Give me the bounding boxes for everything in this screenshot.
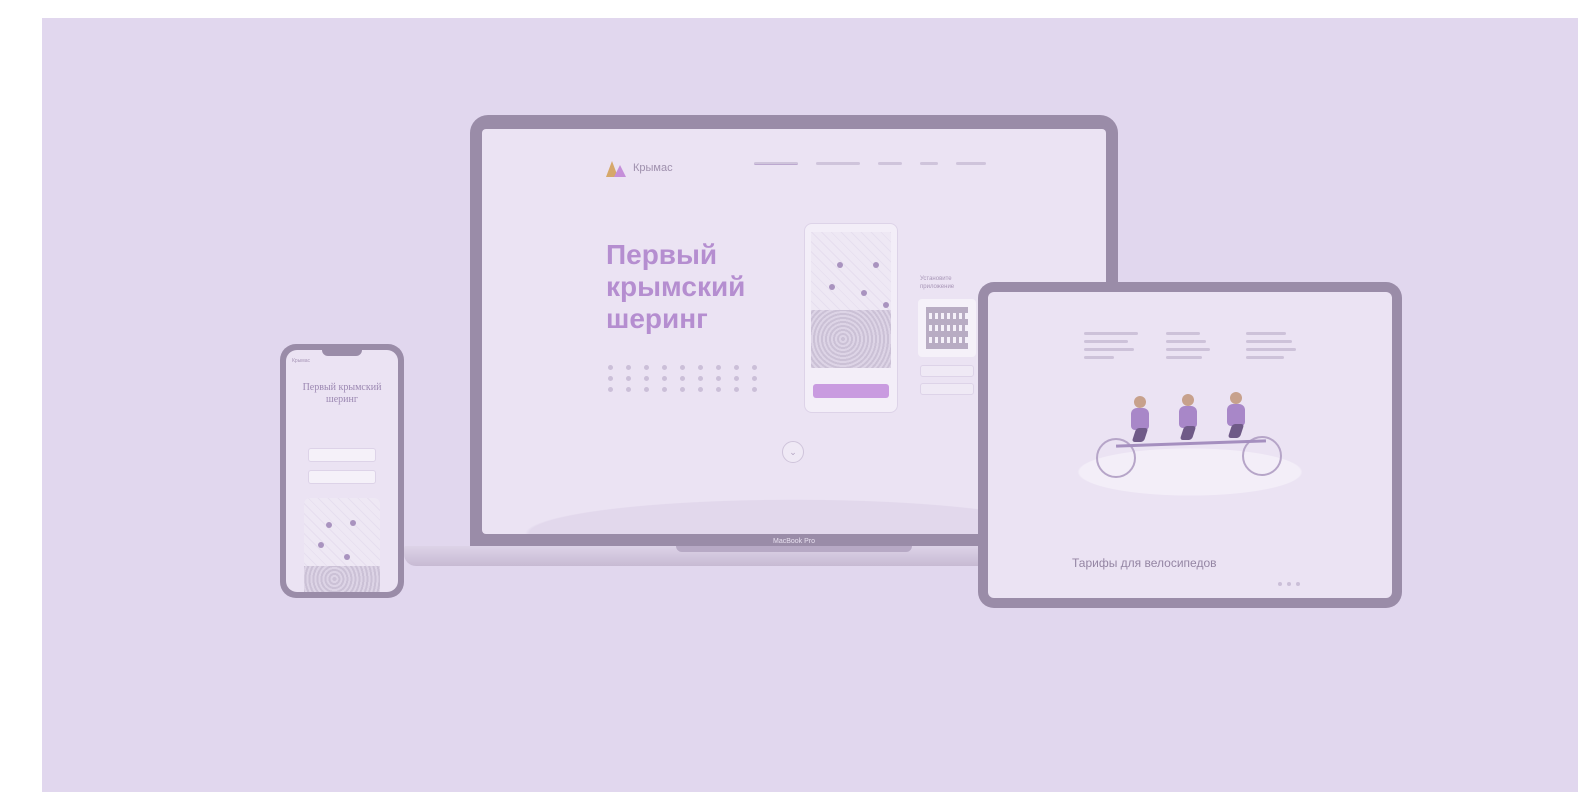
hero-title: Первый крымский шеринг: [606, 239, 746, 334]
phone-hero-title: Первый крымский шеринг: [302, 382, 382, 405]
nav-item[interactable]: [878, 162, 902, 165]
tablet-screen: Тарифы для велосипедов: [988, 292, 1392, 598]
nav-item[interactable]: [920, 162, 938, 165]
map-pin-icon: [861, 290, 867, 296]
chevron-down-icon: ⌄: [789, 447, 797, 457]
map-preview: [811, 232, 891, 310]
map-pin-icon: [883, 302, 889, 308]
site-logo[interactable]: Крымас: [606, 159, 673, 177]
nav-item[interactable]: [816, 162, 860, 165]
cyclist-figure: [1176, 394, 1200, 440]
qr-card: [918, 299, 976, 357]
phone-device: Крымас Первый крымский шеринг: [280, 344, 404, 598]
nav-item[interactable]: [956, 162, 986, 165]
nav-item[interactable]: [754, 162, 798, 165]
cyclist-figure: [1128, 396, 1152, 442]
logo-text: Крымас: [633, 162, 673, 174]
tariff-column: [1246, 332, 1304, 364]
map-pin-icon: [326, 522, 332, 528]
map-pin-icon: [829, 284, 835, 290]
tariffs-heading: Тарифы для велосипедов: [1072, 556, 1217, 570]
map-pin-icon: [318, 542, 324, 548]
google-play-badge[interactable]: [308, 470, 376, 484]
tablet-device: Тарифы для велосипедов: [978, 282, 1402, 608]
mountain-logo-icon: [606, 159, 628, 177]
scroll-down-button[interactable]: ⌄: [782, 441, 804, 463]
store-icon-grid: [608, 365, 764, 392]
google-play-badge[interactable]: [920, 383, 974, 395]
app-store-badge[interactable]: [920, 365, 974, 377]
app-store-badge[interactable]: [308, 448, 376, 462]
laptop-notch: [676, 546, 912, 552]
map-pin-icon: [344, 554, 350, 560]
cyclist-figure: [1224, 392, 1248, 438]
phone-notch: [322, 350, 362, 356]
map-pin-icon: [837, 262, 843, 268]
carousel-dots[interactable]: [1278, 582, 1300, 586]
illustration-ground: [1048, 442, 1332, 502]
tariff-column: [1166, 332, 1224, 364]
qr-code-icon: [926, 307, 968, 349]
phone-logo[interactable]: Крымас: [292, 358, 310, 364]
bike-photo: [304, 566, 380, 592]
rent-button[interactable]: [813, 384, 889, 398]
qr-caption: Установите приложение: [920, 276, 955, 290]
mockup-stage: Крымас Первый крымский шеринг ⌄ Установи…: [42, 18, 1578, 792]
phone-screen: Крымас Первый крымский шеринг: [286, 350, 398, 592]
map-pin-icon: [873, 262, 879, 268]
site-nav: [754, 162, 986, 165]
tariff-column: [1084, 332, 1142, 364]
bike-photo: [811, 310, 891, 368]
map-pin-icon: [350, 520, 356, 526]
app-preview: [804, 223, 898, 413]
